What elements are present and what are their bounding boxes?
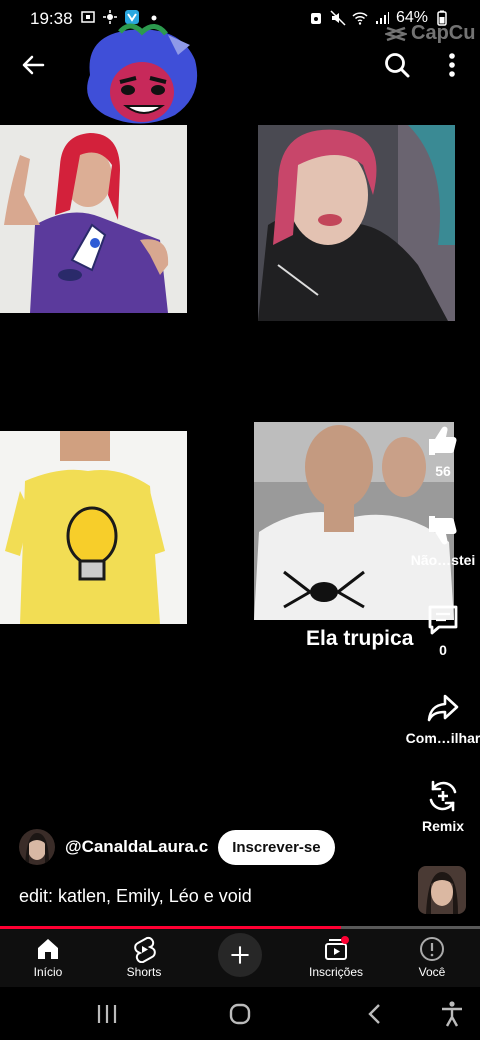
dislike-label: Não…stei [410,552,476,568]
watermark-text: CapCu [411,22,476,44]
nav-home-label: Início [33,965,63,979]
channel-row: @CanaldaLaura.c Inscrever-se [19,828,335,866]
remix-label: Remix [421,818,465,834]
system-nav-bar [0,987,480,1040]
video-caption-overlay: Ela trupica [306,627,414,650]
comment-button[interactable]: 0 [403,602,480,658]
subscriptions-icon [325,936,349,960]
home-icon [38,939,58,959]
comment-count: 0 [439,642,447,658]
nav-shorts-label: Shorts [126,965,162,979]
share-label: Com…ilhar [405,730,480,746]
nav-create[interactable] [195,933,285,977]
nav-subscriptions-label: Inscrições [308,965,364,979]
photo-boy-yellow-bulb-shirt [0,431,187,624]
capcut-logo-icon [385,26,407,41]
nav-you[interactable]: Você [387,935,477,979]
home-circle-icon[interactable] [225,999,255,1029]
search-icon[interactable] [382,50,412,80]
nav-subscriptions[interactable]: Inscrições [291,935,381,979]
plus-icon [231,946,249,964]
wifi-icon [352,12,368,25]
capcut-watermark: CapCu [385,22,475,45]
video-description[interactable]: edit: katlen, Emily, Léo e void [19,886,252,907]
more-vert-icon[interactable] [440,50,464,80]
remix-icon [429,780,457,812]
status-time: 19:38 [30,9,73,28]
remix-button[interactable]: Remix [403,778,480,834]
share-button[interactable]: Com…ilhar [403,690,480,746]
alarm-icon [310,13,321,24]
like-button[interactable]: 56 [403,423,480,479]
photo-girl-selfie [258,125,455,321]
sound-thumbnail[interactable] [418,866,466,914]
nav-you-label: Você [418,965,446,979]
subscribe-button[interactable]: Inscrever-se [218,829,335,865]
thumbs-up-icon [429,426,457,455]
system-back-icon[interactable] [360,999,390,1029]
channel-avatar[interactable] [19,829,55,865]
top-bar [0,44,480,88]
dislike-button[interactable]: Não…stei [403,512,480,568]
thumbs-down-icon [429,516,457,545]
back-arrow-icon[interactable] [18,50,48,80]
nav-home[interactable]: Início [3,935,93,979]
like-count: 56 [435,463,451,479]
accessibility-icon[interactable] [437,999,467,1029]
recent-apps-icon[interactable] [92,999,122,1029]
you-icon [420,937,444,961]
create-button[interactable] [218,933,262,977]
photo-girl-purple-rocket-shirt [0,125,187,313]
mute-icon [330,10,346,26]
share-icon [427,694,459,722]
shorts-icon [134,936,156,963]
channel-handle[interactable]: @CanaldaLaura.c [65,837,208,857]
bottom-nav: Início Shorts Inscrições Você [0,929,480,987]
comment-icon [428,605,458,635]
nav-shorts[interactable]: Shorts [99,935,189,979]
